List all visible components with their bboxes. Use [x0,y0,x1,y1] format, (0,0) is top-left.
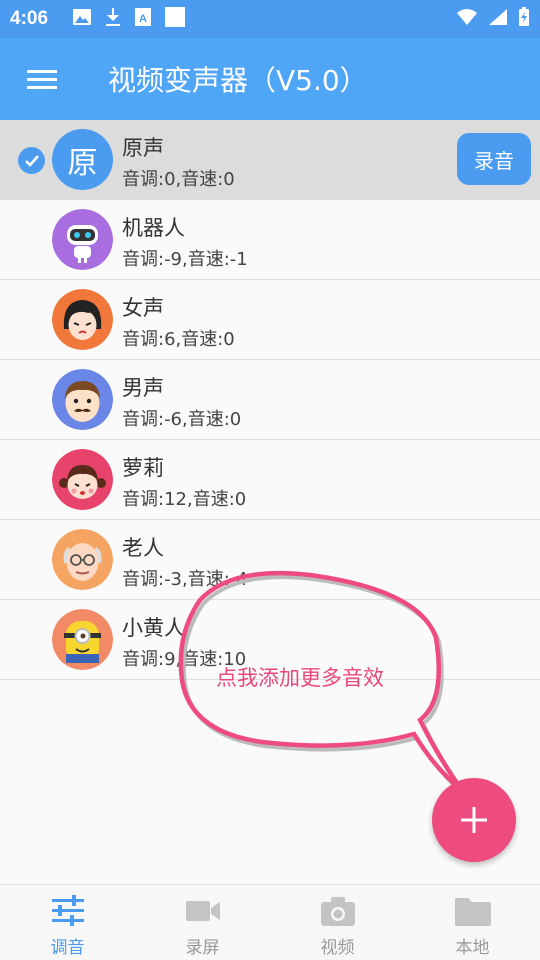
sliders-icon [51,895,84,926]
video-camera-icon [185,901,220,921]
voice-params: 音调:6,音速:0 [122,329,235,350]
tab-screen-record[interactable]: 录屏 [135,885,270,960]
voice-item-female[interactable]: 女声 音调:6,音速:0 [0,280,540,360]
minion-avatar-icon [52,609,113,670]
voice-list: 原 原声 音调:0,音速:0 录音 机器人 音调:-9,音速:-1 女声 音调:… [0,120,540,680]
wifi-icon [456,8,478,30]
tab-tuning[interactable]: 调音 [0,885,135,960]
voice-name: 男声 [122,376,164,400]
voice-item-loli[interactable]: 萝莉 音调:12,音速:0 [0,440,540,520]
girl-avatar-icon [52,289,113,350]
checkmark-icon [18,147,45,174]
bottom-nav: 调音 录屏 视频 本地 [0,884,540,960]
voice-params: 音调:0,音速:0 [122,169,235,190]
status-bar: 4:06 A [0,0,540,38]
voice-params: 音调:-3,音速:-4 [122,569,248,590]
battery-icon [518,7,530,31]
tab-label: 调音 [50,938,85,958]
voice-item-elder[interactable]: 老人 音调:-3,音速:-4 [0,520,540,600]
menu-button[interactable] [0,38,84,120]
blank-square-icon [164,6,186,32]
camera-icon [320,897,355,926]
avatar: 原 [52,129,113,190]
voice-name: 小黄人 [122,616,185,640]
old-man-avatar-icon [52,529,113,590]
tab-label: 视频 [320,938,355,958]
folder-icon [454,898,491,926]
tab-video[interactable]: 视频 [270,885,405,960]
tab-local[interactable]: 本地 [405,885,540,960]
voice-name: 萝莉 [122,456,164,480]
tab-label: 本地 [455,938,490,958]
svg-text:A: A [139,13,147,25]
plus-icon [461,807,487,833]
voice-name: 原声 [122,136,164,160]
voice-item-robot[interactable]: 机器人 音调:-9,音速:-1 [0,200,540,280]
image-icon [72,8,92,30]
record-button[interactable]: 录音 [457,133,531,185]
download-icon [104,7,122,31]
voice-item-male[interactable]: 男声 音调:-6,音速:0 [0,360,540,440]
little-girl-avatar-icon [52,449,113,510]
callout-text: 点我添加更多音效 [216,666,384,690]
signal-icon [488,8,508,30]
voice-name: 女声 [122,296,164,320]
voice-name: 老人 [122,536,164,560]
voice-params: 音调:12,音速:0 [122,489,247,510]
status-time: 4:06 [10,8,49,29]
voice-params: 音调:-9,音速:-1 [122,249,248,270]
add-effect-button[interactable] [432,778,516,862]
voice-item-original[interactable]: 原 原声 音调:0,音速:0 录音 [0,120,540,200]
robot-avatar-icon [52,209,113,270]
man-avatar-icon [52,369,113,430]
tab-label: 录屏 [185,938,220,958]
voice-name: 机器人 [122,216,185,240]
page-title: 视频变声器（V5.0） [108,64,368,97]
hamburger-menu-icon [27,65,57,94]
voice-params: 音调:-6,音速:0 [122,409,242,430]
font-icon: A [134,7,152,31]
app-bar: 视频变声器（V5.0） [0,38,540,120]
